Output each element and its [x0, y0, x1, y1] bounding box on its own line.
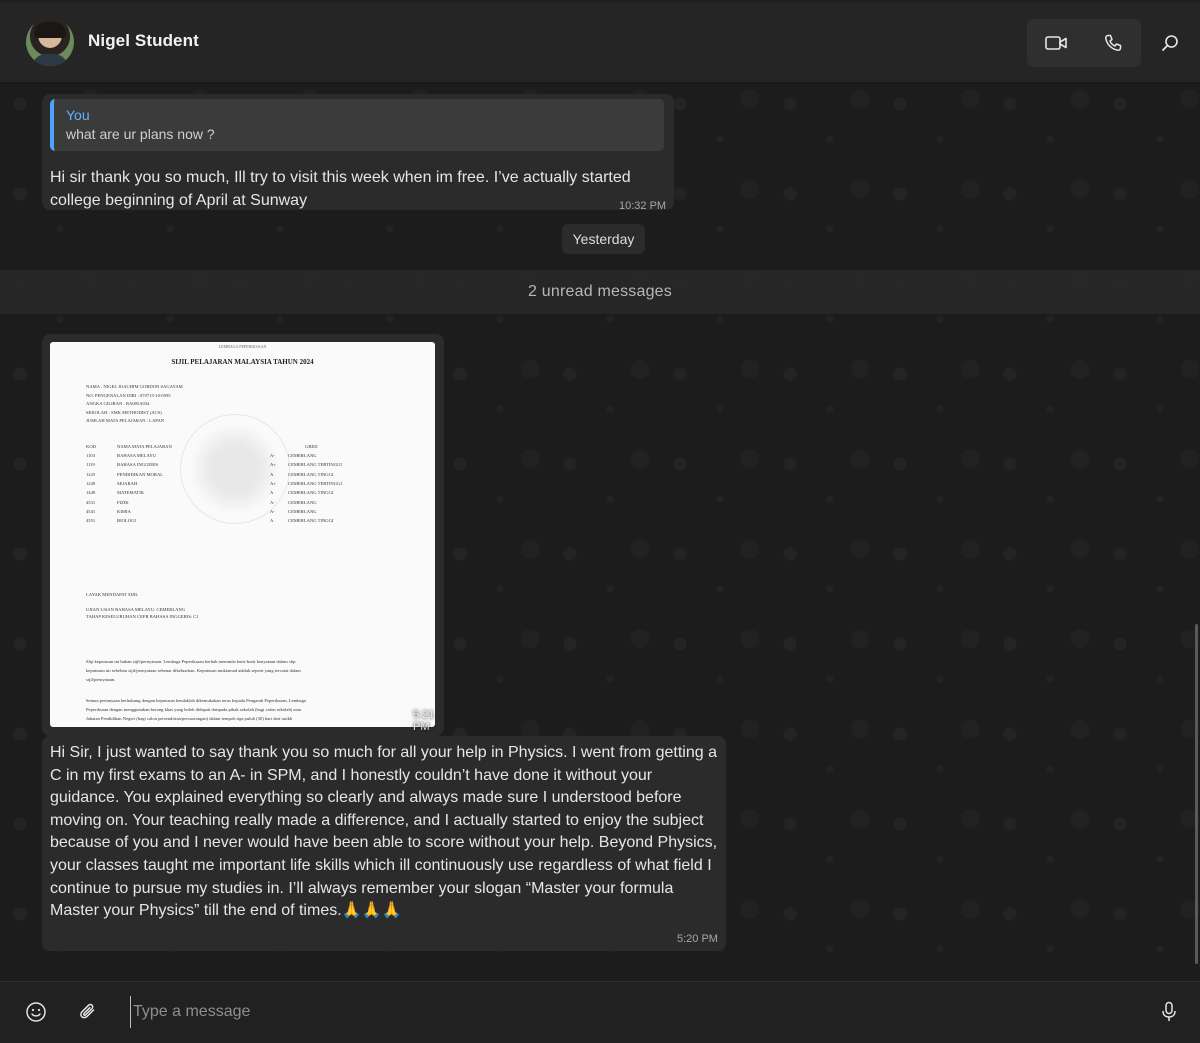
doc-footer-line: keputusan ini sebelum sijil/pernyataan s…: [86, 668, 301, 673]
doc-subject-name: BAHASA INGGERIS: [117, 462, 159, 468]
quote-author: You: [66, 107, 90, 123]
doc-footer-line: Peperiksaan dengan menggunakan borang kh…: [86, 707, 302, 712]
message-list[interactable]: You what are ur plans now ? Hi sir thank…: [0, 84, 1200, 981]
doc-footer-line: Slip keputusan ini bukan sijil/pernyataa…: [86, 659, 296, 664]
unread-banner: 2 unread messages: [0, 270, 1200, 314]
avatar[interactable]: [26, 18, 74, 66]
doc-subject-name: SEJARAH: [117, 480, 138, 486]
attach-button[interactable]: [72, 996, 104, 1028]
doc-subject-code: 4541: [86, 508, 96, 514]
scrollbar[interactable]: [1195, 624, 1198, 964]
incoming-message-thanks[interactable]: Hi Sir, I just wanted to say thank you s…: [42, 736, 726, 951]
doc-footer-line: Jabatan Pendidikan Negeri (bagi calon pe…: [86, 716, 293, 721]
doc-subject-grade: A: [270, 471, 274, 477]
microphone-button[interactable]: [1153, 996, 1185, 1028]
doc-info-line: ANGKA GILIRAN : BA005A034: [86, 401, 150, 406]
chat-header: Nigel Student: [0, 3, 1200, 83]
doc-info-line: JUMLAH MATA PELAJARAN : LAPAN: [86, 418, 165, 423]
doc-footer-line: UJIAN LISAN BAHASA MELAYU: CEMERLANG: [86, 607, 186, 612]
doc-title: SIJIL PELAJARAN MALAYSIA TAHUN 2024: [171, 358, 314, 366]
quoted-message[interactable]: You what are ur plans now ?: [50, 99, 664, 151]
search-icon: [1162, 35, 1178, 51]
doc-column-header: KOD: [86, 444, 96, 449]
doc-subject-label: CEMERLANG: [288, 508, 317, 514]
contact-name[interactable]: Nigel Student: [88, 31, 199, 51]
doc-subject-label: CEMERLANG TINGGI: [288, 518, 334, 524]
doc-footer-line: TAHAP KESELURUHAN CEFR BAHASA INGGERIS: …: [86, 614, 199, 619]
message-input[interactable]: [130, 996, 1130, 1028]
search-button[interactable]: [1150, 19, 1190, 67]
doc-footer-line: sijil/pernyataan.: [86, 677, 116, 682]
doc-subject-code: 1103: [86, 453, 96, 458]
doc-subject-code: 1449: [86, 490, 96, 496]
doc-subject-name: FIZIK: [117, 499, 129, 505]
voice-call-icon: [1104, 34, 1121, 51]
avatar-hair: [34, 22, 66, 38]
video-call-icon: [1044, 36, 1067, 50]
doc-footer-line: Semua pertanyaan berhubung dengan keputu…: [86, 698, 306, 703]
incoming-message-reply[interactable]: You what are ur plans now ? Hi sir thank…: [42, 94, 674, 212]
date-separator: Yesterday: [562, 224, 645, 254]
avatar-shirt: [32, 54, 68, 66]
doc-subject-code: 1119: [86, 462, 95, 468]
watermark-seal: [180, 414, 290, 524]
doc-footer-line: LAYAK MENDAPAT SIJIL: [86, 592, 139, 597]
doc-subject-grade: A-: [270, 453, 275, 458]
attach-icon: [80, 1003, 95, 1019]
doc-subject-grade: A-: [270, 508, 275, 514]
doc-subject-grade: A: [270, 518, 274, 524]
message-time: 5:20 PM: [677, 933, 718, 945]
doc-subject-grade: A: [270, 490, 274, 496]
incoming-image-message[interactable]: LEMBAGA PEPERIKSAAN SIJIL PELAJARAN MALA…: [42, 334, 444, 736]
doc-subject-name: MATEMATIK: [117, 490, 145, 496]
emoji-button[interactable]: [20, 996, 52, 1028]
doc-info-line: NAMA : NIGEL JOACHIM GORDON SAGAYAM: [86, 384, 183, 389]
microphone-icon: [1162, 1001, 1176, 1021]
doc-subject-name: BIOLOGI: [117, 518, 136, 524]
composer-bar: [0, 981, 1200, 1043]
doc-subject-label: CEMERLANG TERTINGGI: [288, 462, 342, 468]
message-text: Hi Sir, I just wanted to say thank you s…: [50, 744, 718, 920]
doc-subject-code: 4551: [86, 518, 96, 524]
doc-subject-name: KIMIA: [117, 508, 131, 514]
image-time: 5:21 PM: [413, 709, 435, 733]
emoji-icon: [26, 1002, 46, 1022]
doc-header: LEMBAGA PEPERIKSAAN: [218, 344, 267, 349]
doc-subject-label: CEMERLANG: [288, 453, 317, 458]
doc-subject-name: BAHASA MELAYU: [117, 453, 157, 458]
doc-column-header: GRED: [305, 444, 318, 449]
doc-subject-code: 1225: [86, 471, 96, 477]
doc-info-line: NO. PENGENALAN DIRI : 070715-10-0595: [86, 392, 171, 398]
doc-subject-label: CEMERLANG TINGGI: [288, 490, 334, 496]
voice-call-button[interactable]: [1084, 19, 1141, 67]
quote-text: what are ur plans now ?: [66, 126, 215, 142]
doc-subject-label: CEMERLANG: [288, 499, 317, 505]
doc-subject-name: PENDIDIKAN MORAL: [117, 471, 164, 477]
video-call-button[interactable]: [1027, 19, 1084, 67]
doc-subject-grade: A+: [270, 462, 276, 468]
doc-subject-label: CEMERLANG TINGGI: [288, 471, 334, 477]
doc-subject-code: 4531: [86, 499, 96, 505]
doc-subject-grade: A-: [270, 499, 275, 505]
call-button-group: [1027, 19, 1141, 67]
doc-info-line: SEKOLAH : SMK METHODIST (ACS): [86, 409, 162, 415]
doc-subject-label: CEMERLANG TERTINGGI: [288, 480, 342, 486]
unread-banner-text: 2 unread messages: [528, 283, 672, 300]
message-time: 10:32 PM: [619, 200, 667, 212]
message-text: Hi sir thank you so much, Ill try to vis…: [50, 169, 631, 209]
doc-subject-code: 1249: [86, 480, 96, 486]
result-slip-image[interactable]: LEMBAGA PEPERIKSAAN SIJIL PELAJARAN MALA…: [50, 342, 435, 727]
doc-column-header: NAMA MATA PELAJARAN: [117, 444, 172, 449]
doc-subject-grade: A+: [270, 480, 276, 486]
